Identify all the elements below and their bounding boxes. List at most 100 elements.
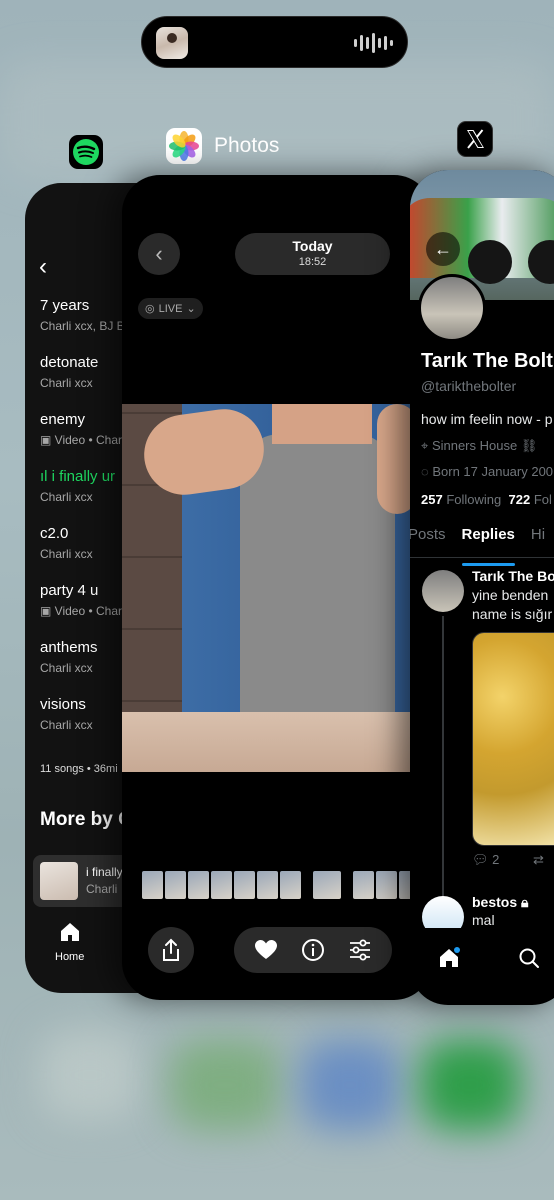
- thumbnail[interactable]: [165, 871, 186, 899]
- track-row[interactable]: visions Charli xcx: [40, 696, 93, 732]
- reply-author[interactable]: bestos 🔒︎: [472, 894, 528, 911]
- back-arrow-icon[interactable]: ←: [426, 232, 460, 266]
- track-row[interactable]: detonate Charli xcx: [40, 354, 98, 390]
- share-button[interactable]: [148, 927, 194, 973]
- live-icon: ◎: [145, 303, 155, 315]
- track-artist: Charli xcx: [40, 376, 93, 390]
- photos-app-card[interactable]: ‹ Today 18:52 ◎ LIVE ⌄: [122, 175, 432, 1000]
- track-title: 7 years: [40, 297, 90, 314]
- share-icon: [163, 938, 179, 961]
- home-icon: [60, 923, 79, 941]
- link-icon: ⛓: [520, 438, 538, 453]
- followers-count: 722: [508, 492, 531, 507]
- thumbnail[interactable]: [376, 871, 397, 899]
- album-art-thumbnail: [156, 27, 188, 59]
- track-row[interactable]: anthems Charli xcx: [40, 639, 98, 675]
- date-day: Today: [292, 238, 333, 254]
- date-pill: Today 18:52: [235, 233, 390, 275]
- tab-posts[interactable]: Posts: [410, 526, 446, 557]
- photo-content: [377, 404, 412, 514]
- photo-view[interactable]: [122, 404, 412, 772]
- track-row[interactable]: enemy ▣ Video • Char: [40, 411, 122, 447]
- location-text: Sinners House: [431, 438, 518, 453]
- track-title: party 4 u: [40, 582, 99, 599]
- reply-icon[interactable]: 💬︎: [472, 852, 492, 867]
- live-label: LIVE: [158, 302, 183, 315]
- profile-avatar[interactable]: [418, 274, 486, 342]
- thumbnail[interactable]: [142, 871, 163, 899]
- reply-text: mal: [472, 912, 495, 928]
- chevron-down-icon: ⌄: [186, 303, 196, 315]
- more-by-heading: More by C: [40, 809, 132, 830]
- track-title: enemy: [40, 411, 86, 428]
- photo-content: [122, 712, 412, 772]
- thumbnail[interactable]: [280, 871, 301, 899]
- photo-toolbar: [234, 927, 392, 973]
- search-icon[interactable]: [518, 947, 540, 969]
- track-row[interactable]: party 4 u ▣ Video • Char: [40, 582, 122, 618]
- adjust-icon[interactable]: [348, 939, 372, 961]
- post-author[interactable]: Tarık The Bo: [472, 568, 554, 584]
- thumbnail-gap: [303, 871, 311, 899]
- thumbnail[interactable]: [188, 871, 209, 899]
- location-pin-icon: ⌖: [421, 438, 432, 453]
- reply-author-name: bestos: [472, 894, 518, 910]
- following-label: Following: [446, 492, 502, 507]
- photo-content: [240, 434, 395, 734]
- track-artist: Charli xcx: [40, 718, 93, 732]
- lock-icon: 🔒︎: [521, 894, 529, 910]
- nav-home[interactable]: Home: [55, 921, 84, 963]
- photos-app-icon[interactable]: [166, 128, 202, 164]
- track-row[interactable]: c2.0 Charli xcx: [40, 525, 93, 561]
- back-button[interactable]: ‹: [138, 233, 180, 275]
- track-row[interactable]: 7 years Charli xcx, BJ Bu: [40, 297, 131, 333]
- track-artist: Charli xcx: [40, 547, 93, 561]
- photos-app-label: Photos: [214, 134, 280, 157]
- track-row-playing[interactable]: ıl i finally ur Charli xcx: [40, 468, 115, 504]
- post-avatar[interactable]: [422, 570, 464, 612]
- thumbnail-strip[interactable]: [142, 871, 432, 899]
- track-title: c2.0: [40, 525, 69, 542]
- profile-birthday: ◌ Born 17 January 200: [421, 464, 553, 479]
- audio-waveform-icon: [354, 33, 393, 53]
- mini-player-art: [40, 862, 78, 900]
- retweet-icon[interactable]: ⇄: [533, 852, 544, 867]
- back-chevron-icon[interactable]: ‹: [39, 253, 47, 281]
- track-artist: Charli xcx, BJ Bu: [40, 319, 132, 333]
- home-screen-blur: [420, 1040, 520, 1130]
- thumbnail[interactable]: [353, 871, 374, 899]
- video-icon: ▣: [40, 604, 55, 618]
- heart-icon[interactable]: [254, 939, 278, 961]
- spotify-icon[interactable]: [69, 135, 103, 169]
- track-title: anthems: [40, 639, 98, 656]
- banner-image: [468, 240, 512, 284]
- track-artist: Charli xcx: [40, 490, 93, 504]
- follow-stats[interactable]: 257 Following 722 Fol: [421, 492, 552, 507]
- track-artist-text: Video • Char: [54, 604, 123, 618]
- track-artist-text: Video • Char: [54, 433, 123, 447]
- x-logo-icon[interactable]: [457, 121, 493, 157]
- date-time: 18:52: [298, 256, 327, 268]
- thread-line: [442, 616, 444, 896]
- following-count: 257: [421, 492, 443, 507]
- tab-highlights[interactable]: Hi: [531, 526, 545, 557]
- thumbnail[interactable]: [234, 871, 255, 899]
- post-text-line: name is sığır: [472, 606, 553, 622]
- bottom-nav: [410, 928, 554, 988]
- profile-handle: @tarikthebolter: [421, 378, 517, 394]
- reply-count: 2: [492, 852, 500, 867]
- post-image[interactable]: [472, 632, 554, 846]
- thumbnail-current[interactable]: [313, 871, 341, 899]
- home-icon[interactable]: [438, 947, 460, 969]
- track-artist: ▣ Video • Char: [40, 604, 122, 618]
- thumbnail[interactable]: [257, 871, 278, 899]
- dynamic-island[interactable]: [141, 16, 408, 68]
- tab-replies[interactable]: Replies: [461, 526, 516, 566]
- thumbnail[interactable]: [211, 871, 232, 899]
- info-icon[interactable]: [301, 938, 325, 962]
- profile-name: Tarık The Bolt: [421, 350, 553, 372]
- home-screen-blur: [170, 1040, 280, 1130]
- equalizer-icon: ıl: [40, 468, 52, 485]
- live-badge[interactable]: ◎ LIVE ⌄: [138, 298, 203, 319]
- x-app-card[interactable]: ← Tarık The Bolt @tarikthebolter how im …: [410, 170, 554, 1005]
